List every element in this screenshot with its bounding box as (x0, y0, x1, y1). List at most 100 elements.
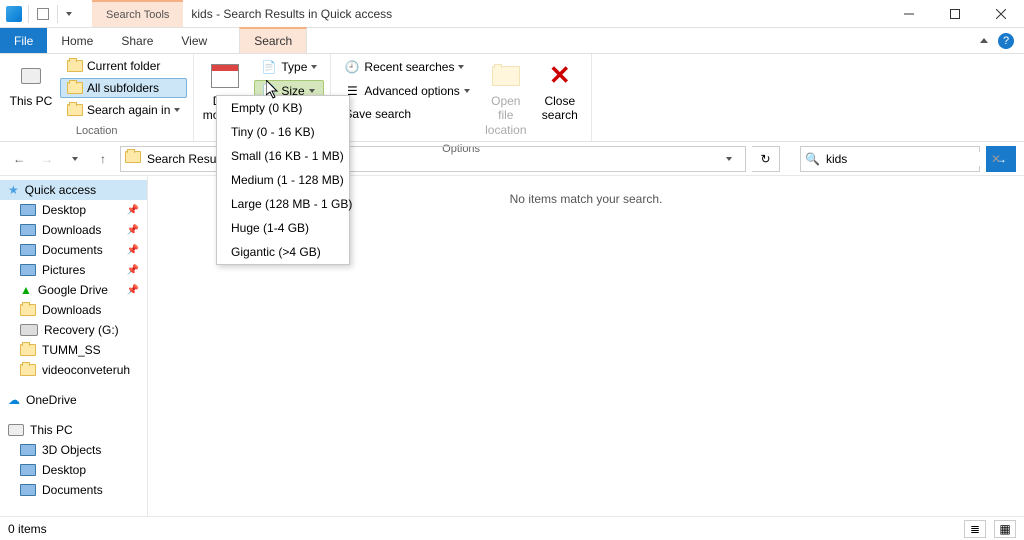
size-filter-menu: Empty (0 KB) Tiny (0 - 16 KB) Small (16 … (216, 95, 350, 265)
close-button[interactable] (978, 0, 1024, 28)
close-search-button[interactable]: ✕ Close search (535, 56, 585, 127)
search-icon: 🔍 (805, 152, 820, 166)
nav-this-pc[interactable]: This PC (0, 420, 147, 440)
documents-icon (20, 244, 36, 256)
icons-view-button[interactable]: ▦ (994, 520, 1016, 538)
downloads-icon (20, 224, 36, 236)
nav-item-recovery[interactable]: Recovery (G:) (0, 320, 147, 340)
nav-item-documents[interactable]: Documents📌 (0, 240, 147, 260)
status-bar: 0 items ≣ ▦ (0, 516, 1024, 540)
ribbon-group-location: This PC Current folder All subfolders Se… (0, 54, 194, 141)
this-pc-button[interactable]: This PC (6, 56, 56, 112)
star-icon: ★ (8, 183, 19, 197)
pin-icon: 📌 (127, 245, 139, 256)
search-input[interactable] (826, 152, 981, 166)
recent-searches-button[interactable]: 🕘Recent searches (337, 56, 476, 78)
size-option-huge[interactable]: Huge (1-4 GB) (217, 216, 349, 240)
nav-onedrive[interactable]: ☁OneDrive (0, 390, 147, 410)
nav-item-video[interactable]: videoconveteruh (0, 360, 147, 380)
size-option-empty[interactable]: Empty (0 KB) (217, 96, 349, 120)
forward-button: → (36, 148, 58, 170)
folder-icon (125, 151, 141, 167)
ribbon-tabs: File Home Share View Search ? (0, 28, 1024, 54)
document-icon: 📄 (261, 59, 277, 75)
nav-quick-access[interactable]: ★Quick access (0, 180, 147, 200)
folder-icon (20, 444, 36, 456)
nav-item-documents2[interactable]: Documents (0, 480, 147, 500)
save-search-button[interactable]: Save search (337, 104, 476, 124)
nav-item-downloads2[interactable]: Downloads (0, 300, 147, 320)
nav-item-3d[interactable]: 3D Objects (0, 440, 147, 460)
help-icon[interactable]: ? (998, 33, 1014, 49)
size-option-medium[interactable]: Medium (1 - 128 MB) (217, 168, 349, 192)
tab-search[interactable]: Search (239, 27, 307, 53)
search-box[interactable]: 🔍 ✕ (800, 146, 980, 172)
recent-locations-button[interactable] (64, 148, 86, 170)
nav-item-gdrive[interactable]: ▲Google Drive📌 (0, 280, 147, 300)
refresh-button[interactable]: ↻ (752, 146, 780, 172)
close-x-icon: ✕ (544, 60, 576, 92)
nav-item-desktop[interactable]: Desktop📌 (0, 200, 147, 220)
folder-icon (20, 304, 36, 316)
calendar-icon (209, 60, 241, 92)
size-option-tiny[interactable]: Tiny (0 - 16 KB) (217, 120, 349, 144)
quick-access-toolbar (0, 0, 92, 27)
pin-icon: 📌 (127, 265, 139, 276)
tab-home[interactable]: Home (47, 28, 107, 53)
search-again-in-button[interactable]: Search again in (60, 100, 187, 120)
size-option-gigantic[interactable]: Gigantic (>4 GB) (217, 240, 349, 264)
type-button[interactable]: 📄Type (254, 56, 324, 78)
folder-icon (67, 82, 83, 94)
pc-icon (8, 424, 24, 436)
history-icon: 🕘 (344, 59, 360, 75)
tab-file[interactable]: File (0, 28, 47, 53)
tab-view[interactable]: View (167, 28, 221, 53)
nav-item-tumm[interactable]: TUMM_SS (0, 340, 147, 360)
address-bar-row: ← → ↑ Search Results in Quick access ↻ 🔍… (0, 142, 1024, 176)
pictures-icon (20, 264, 36, 276)
folder-icon (67, 104, 83, 116)
size-option-large[interactable]: Large (128 MB - 1 GB) (217, 192, 349, 216)
documents-icon (20, 484, 36, 496)
app-icon (6, 6, 22, 22)
title-bar: Search Tools kids - Search Results in Qu… (0, 0, 1024, 28)
pin-icon: 📌 (127, 225, 139, 236)
drive-icon (20, 324, 38, 336)
nav-item-downloads[interactable]: Downloads📌 (0, 220, 147, 240)
contextual-tab-header: Search Tools (92, 0, 183, 27)
nav-item-desktop2[interactable]: Desktop (0, 460, 147, 480)
size-option-small[interactable]: Small (16 KB - 1 MB) (217, 144, 349, 168)
collapse-ribbon-icon[interactable] (980, 38, 988, 43)
desktop-icon (20, 464, 36, 476)
pin-icon: 📌 (127, 285, 139, 296)
window-title: kids - Search Results in Quick access (183, 7, 400, 21)
address-bar[interactable]: Search Results in Quick access (120, 146, 746, 172)
qat-customize[interactable] (64, 9, 74, 19)
folder-open-icon (490, 60, 522, 92)
pin-icon: 📌 (127, 205, 139, 216)
item-count: 0 items (8, 522, 47, 536)
minimize-button[interactable] (886, 0, 932, 28)
folder-icon (67, 60, 83, 72)
open-file-location-button: Open file location (481, 56, 531, 141)
nav-item-pictures[interactable]: Pictures📌 (0, 260, 147, 280)
desktop-icon (20, 204, 36, 216)
empty-message: No items match your search. (510, 192, 663, 206)
ribbon: This PC Current folder All subfolders Se… (0, 54, 1024, 142)
folder-icon (20, 364, 36, 376)
maximize-button[interactable] (932, 0, 978, 28)
current-folder-button[interactable]: Current folder (60, 56, 187, 76)
all-subfolders-button[interactable]: All subfolders (60, 78, 187, 98)
navigation-pane[interactable]: ★Quick access Desktop📌 Downloads📌 Docume… (0, 176, 148, 516)
pc-icon (15, 60, 47, 92)
advanced-options-button[interactable]: ☰Advanced options (337, 80, 476, 102)
qat-btn-1[interactable] (35, 6, 51, 22)
tab-share[interactable]: Share (107, 28, 167, 53)
ribbon-group-options: 🕘Recent searches ☰Advanced options Save … (331, 54, 591, 141)
details-view-button[interactable]: ≣ (964, 520, 986, 538)
back-button[interactable]: ← (8, 148, 30, 170)
clear-search-icon[interactable]: ✕ (987, 152, 1005, 166)
gdrive-icon: ▲ (20, 283, 32, 297)
up-button[interactable]: ↑ (92, 148, 114, 170)
address-dropdown-icon[interactable] (717, 157, 741, 161)
